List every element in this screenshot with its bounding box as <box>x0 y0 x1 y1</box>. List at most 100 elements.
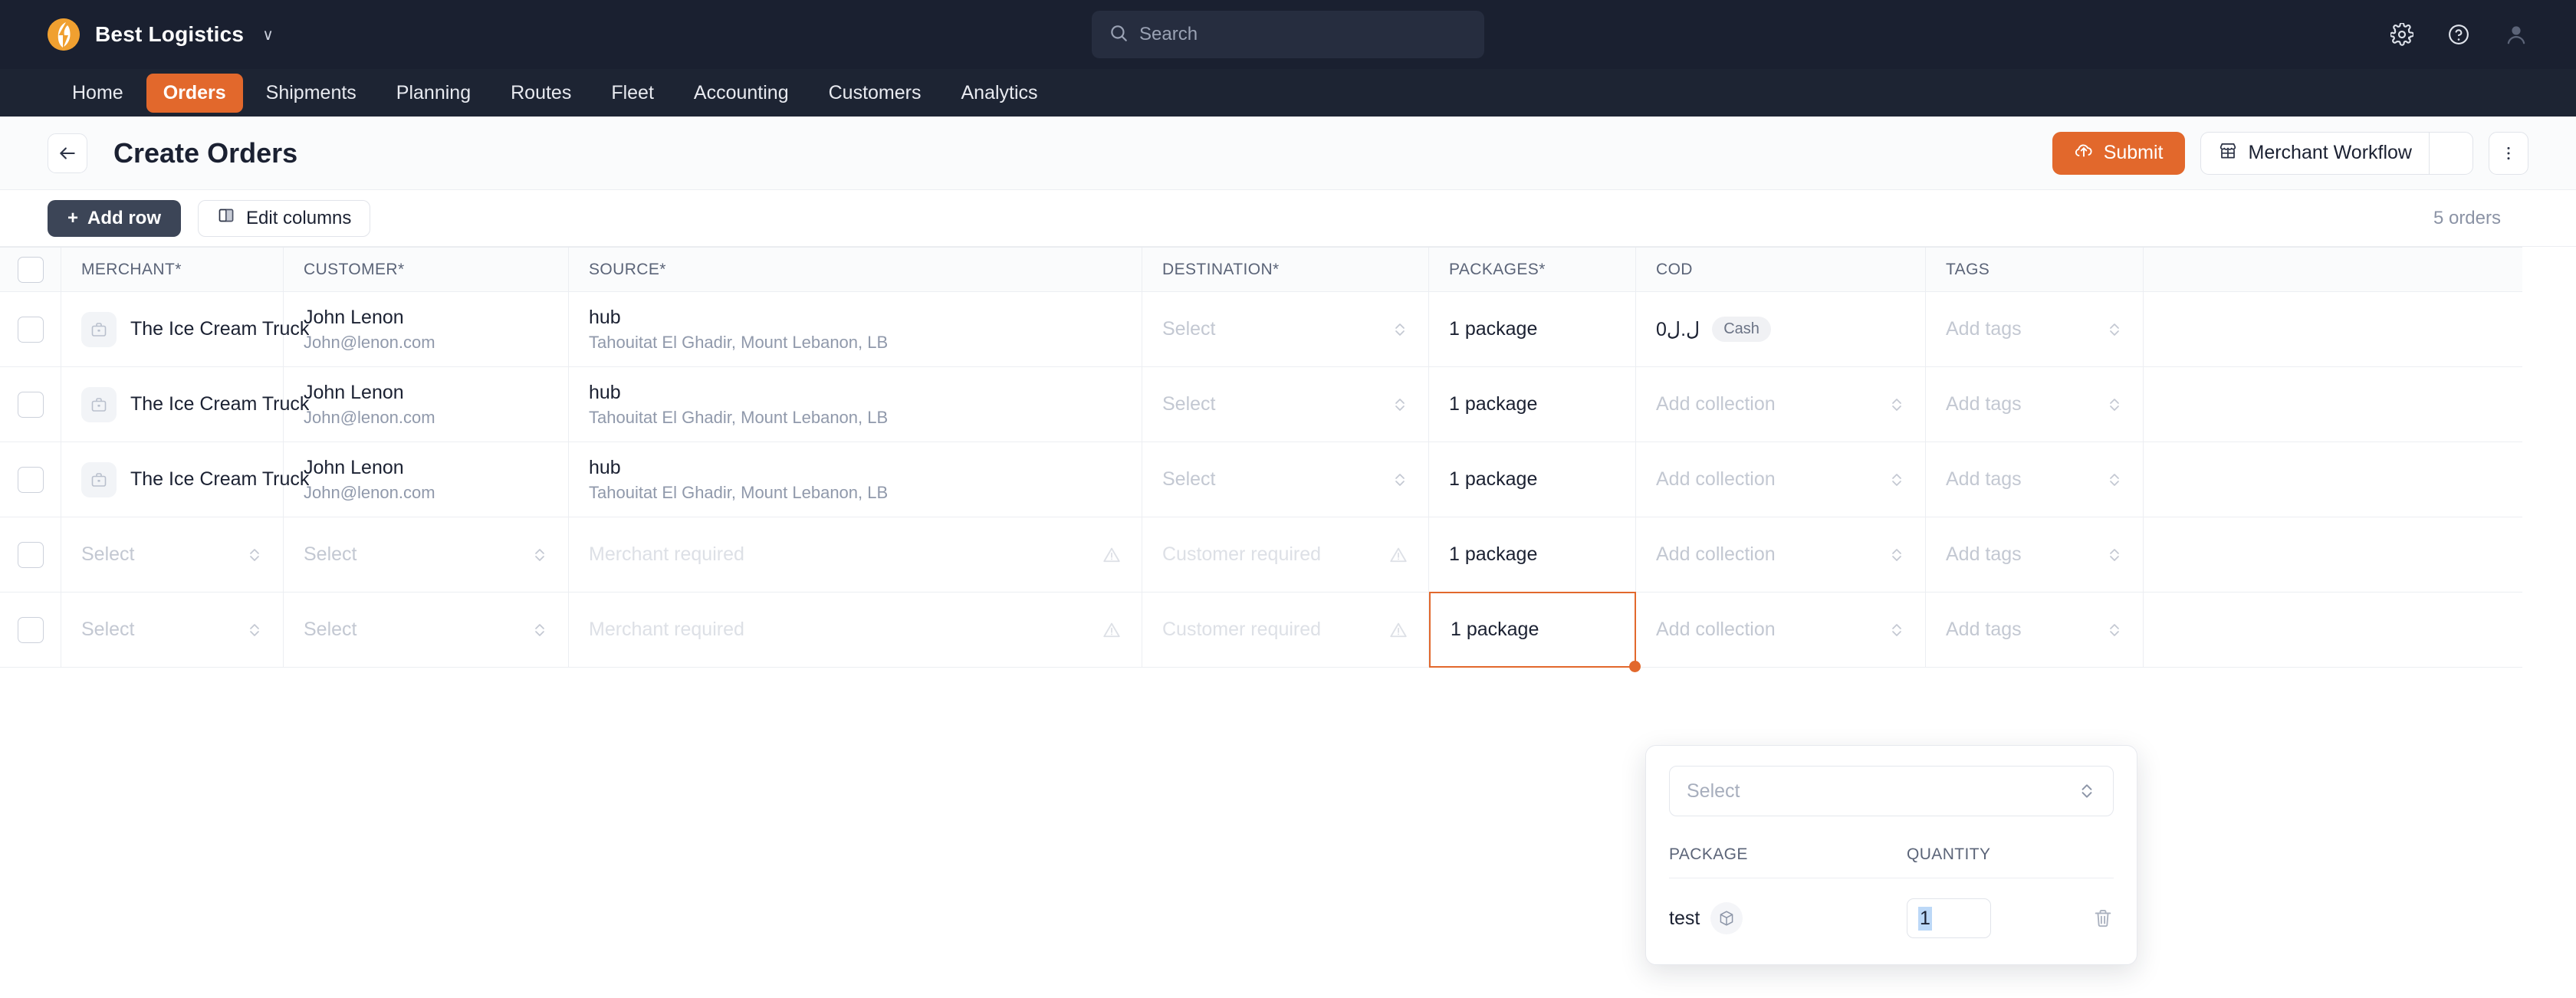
nav-item-shipments[interactable]: Shipments <box>249 74 373 113</box>
quantity-input[interactable]: 1 <box>1907 898 1991 938</box>
add-row-button[interactable]: + Add row <box>48 199 182 237</box>
row-checkbox[interactable] <box>17 316 44 343</box>
submit-button[interactable]: Submit <box>2052 131 2185 175</box>
cell-source[interactable]: hub Tahouitat El Ghadir, Mount Lebanon, … <box>569 292 1142 366</box>
column-header-customer[interactable]: CUSTOMER * <box>284 248 569 291</box>
cell-merchant[interactable]: The Ice Cream Truck <box>61 442 309 517</box>
table-row[interactable]: Select Select Merchant required Customer… <box>0 517 2522 593</box>
cell-cod[interactable]: Add collection <box>1636 367 1926 442</box>
updown-chevron-icon[interactable] <box>1382 470 1408 490</box>
cell-destination[interactable]: Select <box>1142 292 1429 366</box>
updown-chevron-icon[interactable] <box>1879 470 1905 490</box>
updown-chevron-icon[interactable] <box>522 545 548 565</box>
cell-source[interactable]: Merchant required <box>569 593 1142 667</box>
user-icon[interactable] <box>2504 22 2528 47</box>
page-title: Create Orders <box>113 136 298 169</box>
cell-resize-handle[interactable] <box>1629 661 1641 672</box>
cell-customer[interactable]: Select <box>284 593 569 667</box>
search-box[interactable] <box>1092 11 1484 58</box>
updown-chevron-icon[interactable] <box>1879 545 1905 565</box>
column-header-packages[interactable]: PACKAGES * <box>1429 248 1636 291</box>
cell-customer[interactable]: Select <box>284 517 569 592</box>
cell-customer[interactable]: John Lenon John@lenon.com <box>284 367 569 442</box>
updown-chevron-icon[interactable] <box>2097 470 2123 490</box>
cell-cod[interactable]: Add collection <box>1636 517 1926 592</box>
updown-chevron-icon[interactable] <box>522 620 548 640</box>
updown-chevron-icon[interactable] <box>2097 620 2123 640</box>
cell-customer[interactable]: John Lenon John@lenon.com <box>284 442 569 517</box>
nav-item-fleet[interactable]: Fleet <box>594 74 671 113</box>
cell-cod[interactable]: 0ل.ل Cash <box>1636 292 1926 366</box>
row-checkbox[interactable] <box>17 466 44 493</box>
cell-packages[interactable]: 1 package <box>1429 442 1636 517</box>
cell-customer[interactable]: John Lenon John@lenon.com <box>284 292 569 366</box>
row-checkbox[interactable] <box>17 616 44 643</box>
table-row[interactable]: The Ice Cream Truck John Lenon John@leno… <box>0 292 2522 367</box>
warning-icon <box>1379 545 1408 565</box>
cell-destination[interactable]: Customer required <box>1142 517 1429 592</box>
row-checkbox[interactable] <box>17 541 44 568</box>
cell-destination[interactable]: Select <box>1142 442 1429 517</box>
cell-tags[interactable]: Add tags <box>1926 517 2144 592</box>
nav-item-orders[interactable]: Orders <box>146 73 243 113</box>
row-checkbox[interactable] <box>17 391 44 418</box>
cell-packages[interactable]: 1 package <box>1429 292 1636 366</box>
table-row[interactable]: The Ice Cream Truck John Lenon John@leno… <box>0 367 2522 442</box>
cell-tags[interactable]: Add tags <box>1926 367 2144 442</box>
workflow-selector-main[interactable]: Merchant Workflow <box>2200 131 2429 175</box>
column-header-merchant[interactable]: MERCHANT * <box>61 248 284 291</box>
cell-cod[interactable]: Add collection <box>1636 442 1926 517</box>
cell-destination[interactable]: Select <box>1142 367 1429 442</box>
updown-chevron-icon[interactable] <box>1879 620 1905 640</box>
nav-item-home[interactable]: Home <box>55 74 140 113</box>
workflow-chevron-down-icon[interactable] <box>2429 131 2473 175</box>
search-input[interactable] <box>1139 24 1467 45</box>
nav-item-planning[interactable]: Planning <box>380 74 488 113</box>
nav-item-analytics[interactable]: Analytics <box>945 74 1055 113</box>
cell-tags[interactable]: Add tags <box>1926 292 2144 366</box>
cell-merchant[interactable]: The Ice Cream Truck <box>61 292 309 366</box>
updown-chevron-icon[interactable] <box>2097 320 2123 340</box>
updown-chevron-icon[interactable] <box>2097 395 2123 415</box>
nav-item-accounting[interactable]: Accounting <box>677 74 806 113</box>
package-select-dropdown[interactable]: Select <box>1669 766 2114 816</box>
cell-source[interactable]: Merchant required <box>569 517 1142 592</box>
table-row[interactable]: The Ice Cream Truck John Lenon John@leno… <box>0 442 2522 517</box>
column-header-cod[interactable]: COD <box>1636 248 1926 291</box>
delete-package-icon[interactable] <box>2092 908 2114 929</box>
help-icon[interactable] <box>2447 23 2470 46</box>
updown-chevron-icon[interactable] <box>1382 320 1408 340</box>
cell-filler <box>2144 442 2522 517</box>
table-row[interactable]: Select Select Merchant required Customer… <box>0 592 2522 672</box>
cell-merchant[interactable]: The Ice Cream Truck <box>61 367 309 442</box>
cell-tags[interactable]: Add tags <box>1926 442 2144 517</box>
back-button[interactable] <box>48 133 87 173</box>
updown-chevron-icon[interactable] <box>237 545 263 565</box>
cell-source[interactable]: hub Tahouitat El Ghadir, Mount Lebanon, … <box>569 442 1142 517</box>
cell-tags[interactable]: Add tags <box>1926 593 2144 667</box>
brand-selector[interactable]: Best Logistics ∨ <box>48 18 274 51</box>
cell-merchant[interactable]: Select <box>61 593 284 667</box>
cell-packages[interactable]: 1 package <box>1429 517 1636 592</box>
nav-item-routes[interactable]: Routes <box>494 74 588 113</box>
cell-packages-active[interactable]: 1 package <box>1429 592 1641 672</box>
updown-chevron-icon[interactable] <box>1879 395 1905 415</box>
chevron-down-icon[interactable]: ∨ <box>262 25 274 44</box>
cell-source[interactable]: hub Tahouitat El Ghadir, Mount Lebanon, … <box>569 367 1142 442</box>
edit-columns-button[interactable]: Edit columns <box>198 199 371 237</box>
gear-icon[interactable] <box>2390 23 2413 46</box>
column-header-source[interactable]: SOURCE * <box>569 248 1142 291</box>
cell-packages[interactable]: 1 package <box>1429 367 1636 442</box>
select-all-checkbox[interactable] <box>17 256 44 283</box>
nav-item-customers[interactable]: Customers <box>812 74 938 113</box>
cell-destination[interactable]: Customer required <box>1142 593 1429 667</box>
more-options-button[interactable] <box>2489 131 2528 175</box>
updown-chevron-icon[interactable] <box>2097 545 2123 565</box>
updown-chevron-icon[interactable] <box>237 620 263 640</box>
column-header-tags[interactable]: TAGS <box>1926 248 2144 291</box>
updown-chevron-icon[interactable] <box>2068 780 2096 803</box>
updown-chevron-icon[interactable] <box>1382 395 1408 415</box>
cell-cod[interactable]: Add collection <box>1636 593 1926 667</box>
cell-merchant[interactable]: Select <box>61 517 284 592</box>
column-header-destination[interactable]: DESTINATION * <box>1142 248 1429 291</box>
